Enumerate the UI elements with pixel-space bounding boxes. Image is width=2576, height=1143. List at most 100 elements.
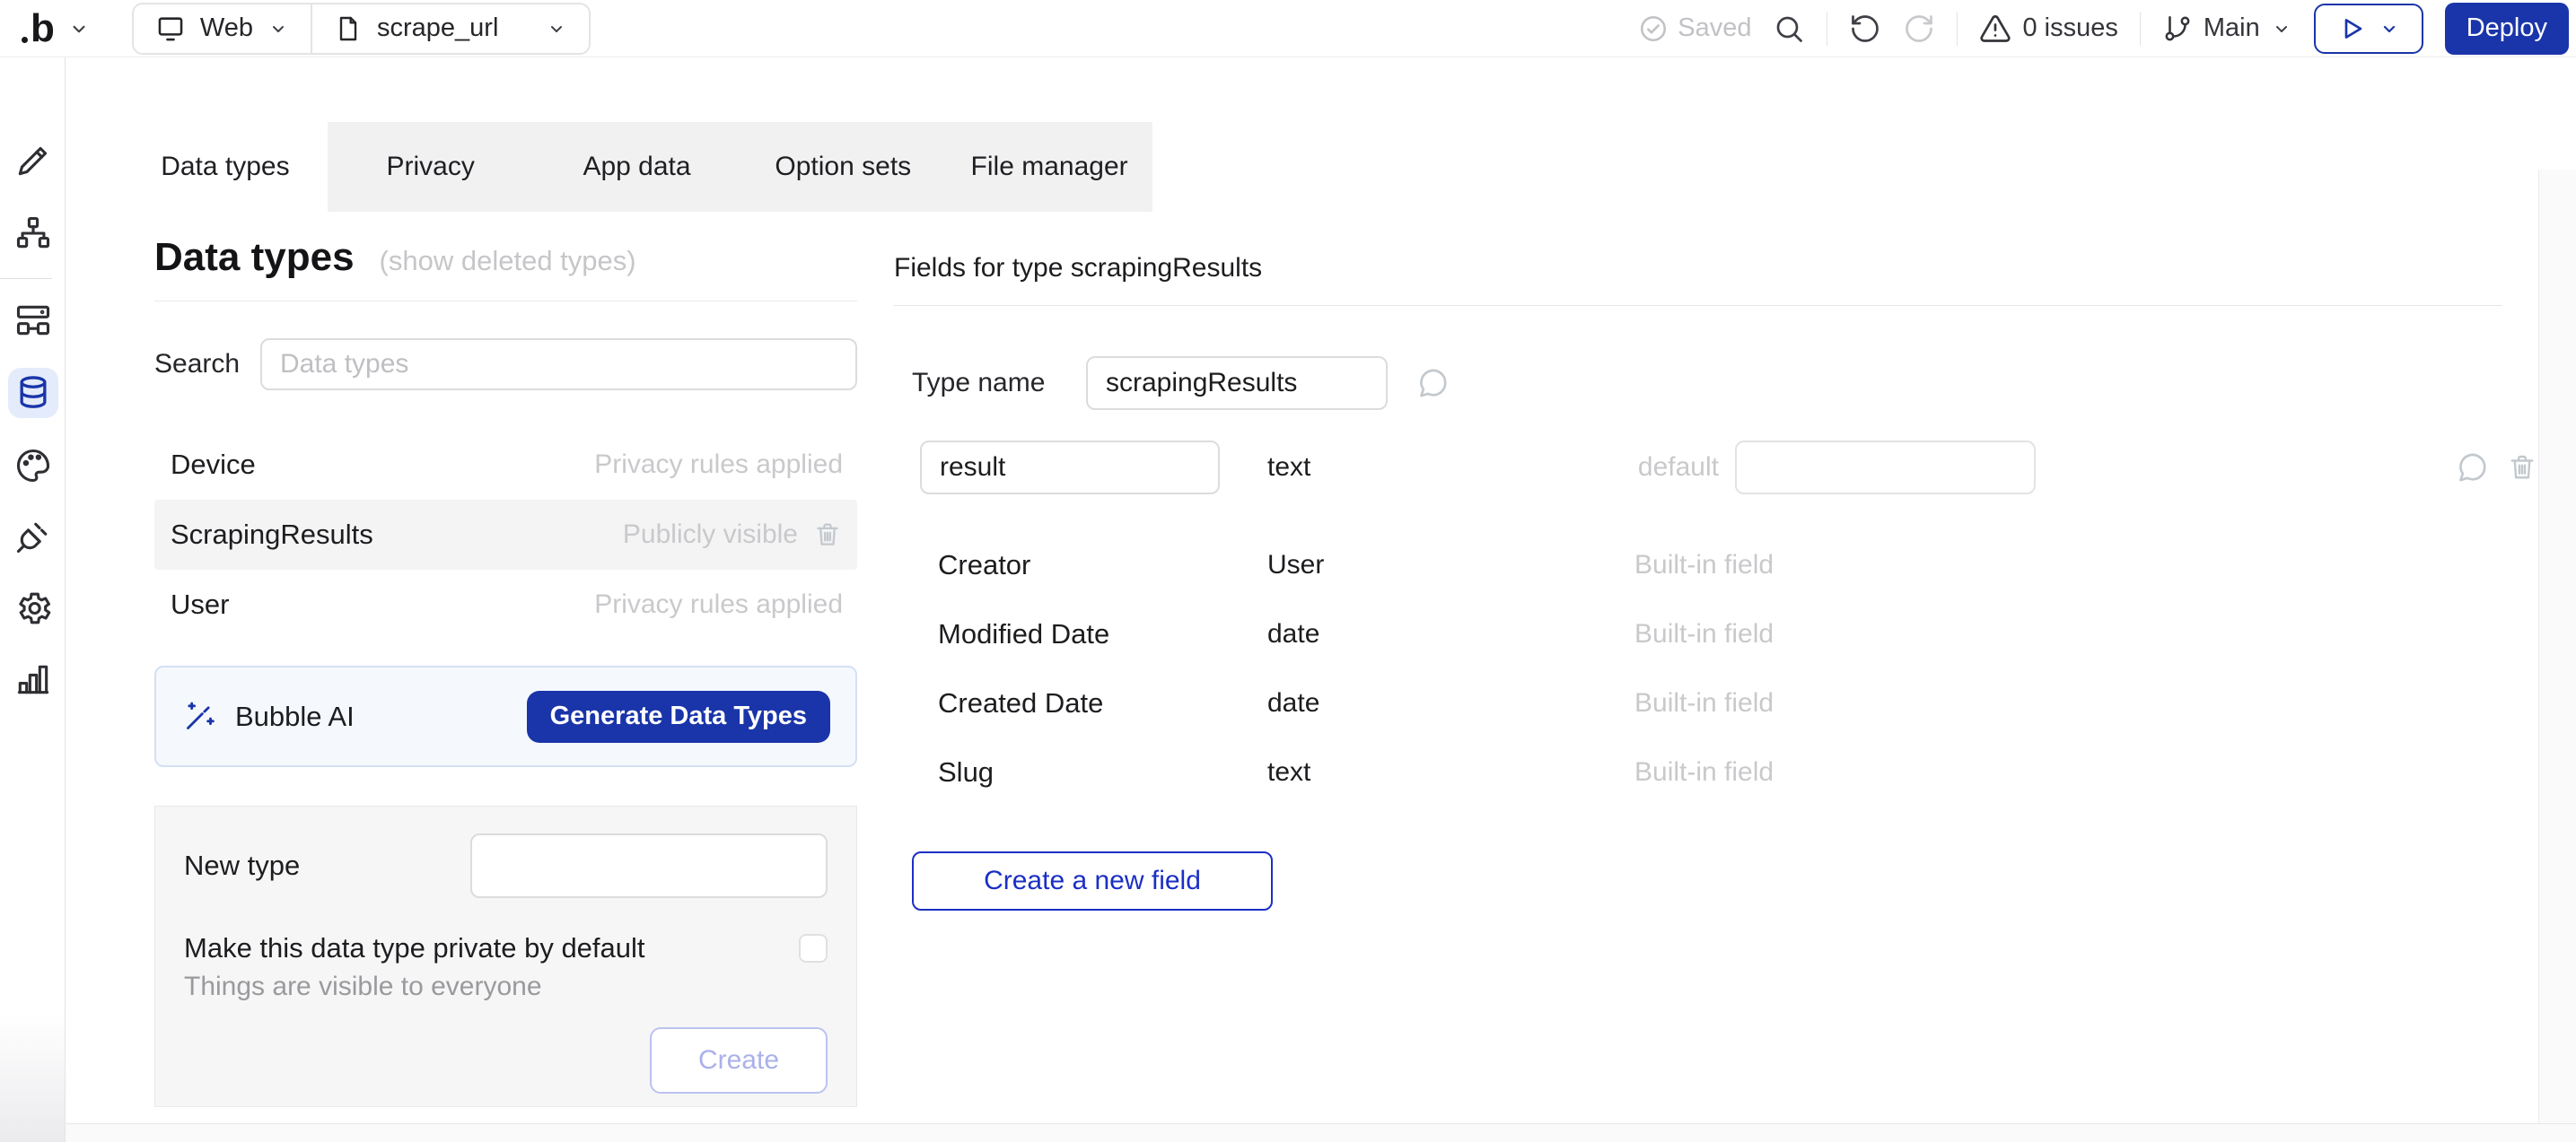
divider: [894, 305, 2502, 306]
private-by-default-checkbox[interactable]: [799, 934, 828, 963]
type-name-label: Type name: [912, 368, 1086, 398]
field-row-slug[interactable]: Slug text Built-in field: [894, 737, 2576, 807]
field-row-created-date[interactable]: Created Date date Built-in field: [894, 668, 2576, 737]
sidebar-item-backend[interactable]: [8, 295, 58, 345]
create-new-field-button[interactable]: Create a new field: [912, 851, 1273, 911]
new-type-input[interactable]: [470, 833, 828, 898]
page-bottom-margin: [66, 1123, 2576, 1142]
new-type-label: New type: [184, 850, 300, 882]
app-context-selectors: Web scrape_url: [132, 3, 591, 55]
fields-panel: Fields for type scrapingResults Type nam…: [894, 212, 2576, 911]
redo-icon[interactable]: [1903, 13, 1935, 45]
type-name: User: [171, 589, 229, 621]
field-type: text: [1267, 757, 1634, 788]
issues-count-label: 0 issues: [2022, 13, 2117, 43]
issues-indicator[interactable]: 0 issues: [1979, 13, 2117, 45]
sidebar-item-design[interactable]: [8, 135, 58, 186]
bubble-logo: b: [22, 9, 55, 48]
comment-bubble-icon[interactable]: [1415, 365, 1450, 401]
search-icon[interactable]: [1773, 13, 1805, 45]
sidebar-item-logs[interactable]: [8, 654, 58, 704]
type-status: Privacy rules applied: [594, 589, 843, 620]
sidebar-divider: [0, 278, 52, 279]
top-toolbar: b Web scrape_url Saved 0 issues: [0, 0, 2576, 57]
bubble-ai-card: Bubble AI Generate Data Types: [154, 666, 857, 767]
left-icon-rail: [0, 57, 66, 1142]
pencil-icon: [13, 141, 53, 180]
search-input[interactable]: [260, 338, 857, 390]
branch-label: Main: [2204, 13, 2260, 43]
field-type: User: [1267, 550, 1634, 580]
preview-button[interactable]: [2314, 4, 2423, 54]
undo-icon[interactable]: [1849, 13, 1881, 45]
type-name: ScrapingResults: [171, 519, 373, 551]
page-label: scrape_url: [377, 13, 498, 43]
field-row-modified-date[interactable]: Modified Date date Built-in field: [894, 599, 2576, 668]
server-blocks-icon: [13, 301, 53, 340]
sidebar-item-data[interactable]: [8, 368, 58, 418]
tab-file-manager[interactable]: File manager: [946, 122, 1152, 212]
editor-canvas: Data types Privacy App data Option sets …: [66, 57, 2576, 1142]
field-list: text default Creator User Built-in field…: [894, 441, 2576, 807]
platform-label: Web: [200, 13, 253, 43]
plug-icon: [13, 517, 53, 556]
comment-bubble-icon[interactable]: [2454, 449, 2490, 485]
sidebar-item-styles[interactable]: [8, 441, 58, 491]
field-type[interactable]: text: [1267, 452, 1588, 483]
search-label: Search: [154, 349, 260, 380]
chevron-down-icon: [267, 18, 289, 39]
sidebar-item-workflow[interactable]: [8, 208, 58, 258]
check-circle-icon: [1638, 13, 1669, 44]
branch-selector[interactable]: Main: [2162, 13, 2292, 44]
generate-data-types-button[interactable]: Generate Data Types: [527, 691, 830, 743]
database-icon: [13, 373, 53, 413]
tab-privacy[interactable]: Privacy: [328, 122, 534, 212]
bubble-logo-menu[interactable]: b: [16, 9, 96, 48]
bubble-ai-label: Bubble AI: [235, 701, 355, 733]
save-status: Saved: [1638, 13, 1751, 44]
field-type: date: [1267, 619, 1634, 650]
type-row-user[interactable]: User Privacy rules applied: [154, 570, 857, 640]
field-name: Slug: [938, 756, 1267, 789]
private-by-default-label: Make this data type private by default: [184, 932, 645, 964]
field-name: Modified Date: [938, 618, 1267, 650]
create-type-button[interactable]: Create: [650, 1027, 828, 1094]
chevron-down-icon: [2271, 18, 2292, 39]
data-types-panel: Data types (show deleted types) Search D…: [154, 212, 857, 1107]
field-name-input[interactable]: [920, 441, 1220, 494]
field-default-input[interactable]: [1735, 441, 2036, 494]
sidebar-item-settings[interactable]: [8, 583, 58, 633]
field-note: Built-in field: [1634, 757, 1774, 788]
sitemap-icon: [13, 214, 53, 253]
tab-app-data[interactable]: App data: [534, 122, 740, 212]
page-selector[interactable]: scrape_url: [311, 4, 589, 53]
field-note: Built-in field: [1634, 619, 1774, 650]
data-section-tabs: Data types Privacy App data Option sets …: [123, 122, 1152, 212]
chevron-down-icon: [546, 18, 567, 39]
type-row-scrapingresults[interactable]: ScrapingResults Publicly visible: [154, 500, 857, 570]
trash-icon[interactable]: [812, 519, 843, 550]
play-icon: [2337, 14, 2366, 43]
warning-triangle-icon: [1979, 13, 2011, 45]
toolbar-actions: Saved 0 issues Main Deploy: [1638, 3, 2569, 55]
palette-icon: [13, 446, 53, 485]
fields-panel-title: Fields for type scrapingResults: [894, 212, 2576, 284]
type-name-input[interactable]: [1086, 356, 1388, 410]
trash-icon[interactable]: [2506, 451, 2538, 484]
tab-option-sets[interactable]: Option sets: [740, 122, 946, 212]
bar-chart-icon: [13, 659, 53, 699]
visibility-hint: Things are visible to everyone: [184, 972, 828, 1002]
tab-data-types[interactable]: Data types: [123, 122, 328, 212]
toolbar-divider: [1957, 12, 1958, 46]
new-type-card: New type Make this data type private by …: [154, 806, 857, 1107]
chevron-down-icon: [67, 17, 91, 40]
deploy-button[interactable]: Deploy: [2445, 3, 2569, 55]
sidebar-item-plugins[interactable]: [8, 511, 58, 562]
type-row-device[interactable]: Device Privacy rules applied: [154, 430, 857, 500]
field-note: Built-in field: [1634, 550, 1774, 580]
platform-selector[interactable]: Web: [134, 4, 311, 53]
field-name: Created Date: [938, 687, 1267, 720]
field-row-creator[interactable]: Creator User Built-in field: [894, 530, 2576, 599]
monitor-icon: [155, 13, 186, 44]
show-deleted-types-link[interactable]: (show deleted types): [380, 245, 636, 277]
